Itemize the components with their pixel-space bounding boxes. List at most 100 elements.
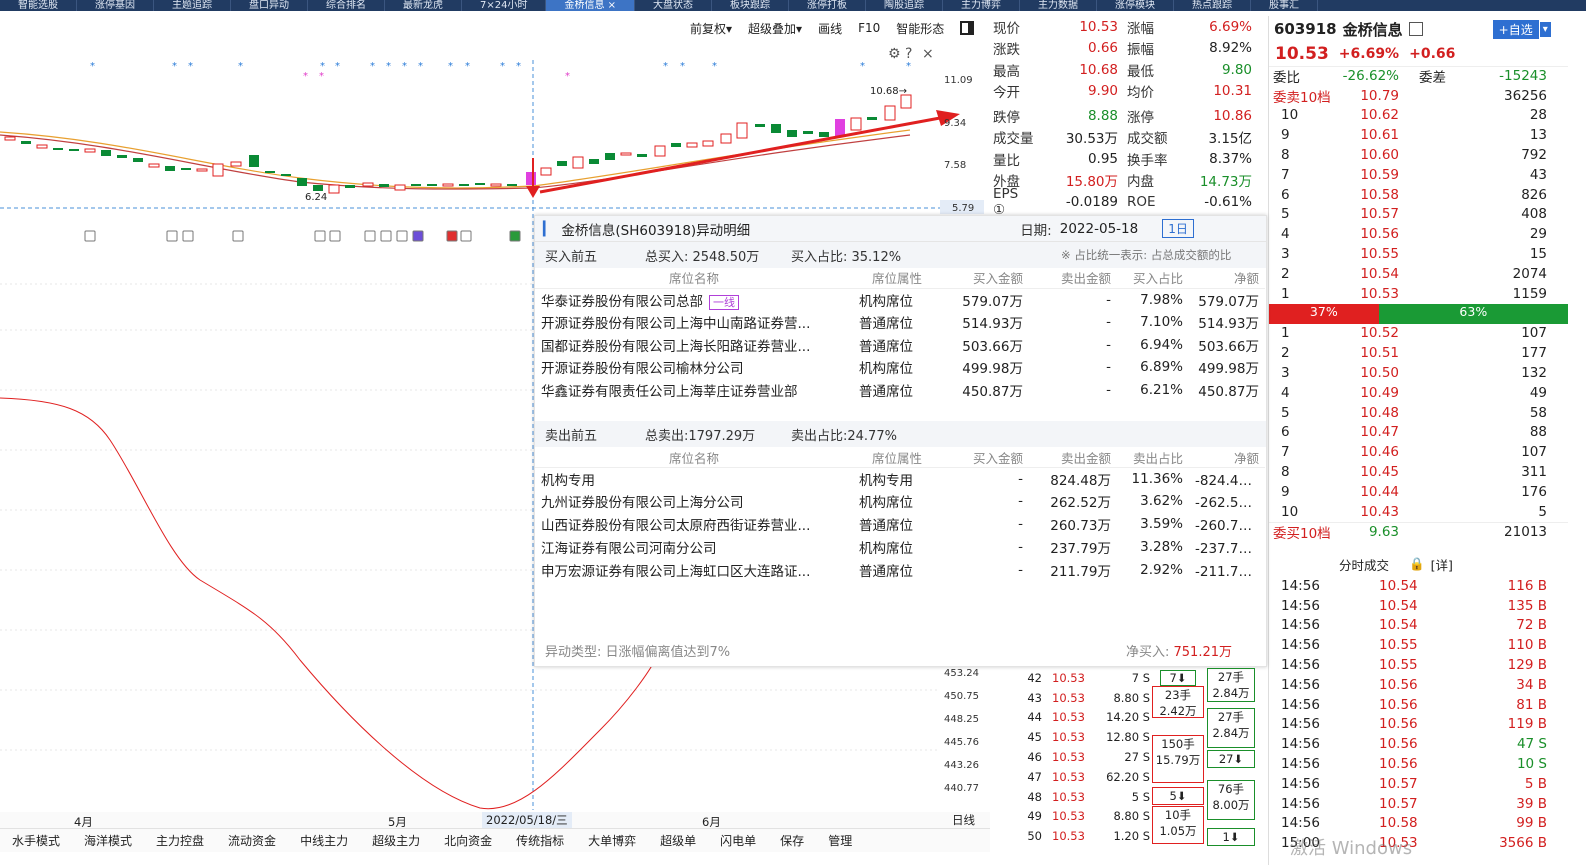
trade-price: 10.54 [1379, 617, 1418, 634]
ask-row[interactable]: 5 10.57 408 [1269, 205, 1568, 225]
help-icon[interactable]: ? [905, 46, 912, 62]
nav-tab[interactable]: 板块跟踪 [712, 0, 790, 11]
indicator-tab[interactable]: 主力控盘 [144, 832, 216, 849]
detail-link[interactable]: [详] [1431, 555, 1453, 574]
nav-tab[interactable]: 主力博弈 [943, 0, 1021, 11]
indicator-tab[interactable]: 管理 [816, 832, 864, 849]
bid-row[interactable]: 7 10.46 107 [1269, 442, 1568, 462]
seat-row[interactable]: 开源证券股份有限公司上海中山南路证券营... 普通席位 514.93万 - 7.10% 5… [535, 311, 1265, 334]
bid-row[interactable]: 5 10.48 58 [1269, 403, 1568, 423]
add-watchlist-button[interactable]: +自选 [1492, 19, 1539, 39]
seat-cell: 499.98万 [962, 361, 1023, 378]
event-icon[interactable] [232, 230, 244, 242]
bid-row[interactable]: 10 10.43 5 [1269, 502, 1568, 522]
fuquan-dropdown[interactable]: 前复权▾ [690, 20, 732, 37]
ask-row[interactable]: 2 10.54 2074 [1269, 264, 1568, 284]
trade-time: 14:56 [1281, 676, 1320, 693]
nav-tab[interactable]: 金桥信息 × [546, 0, 636, 11]
settings-icon[interactable]: ⚙ [888, 46, 901, 62]
trade-row: 14:56 10.54 116 B [1269, 576, 1568, 596]
nav-tab[interactable]: 涨停打板 [789, 0, 867, 11]
close-icon[interactable]: × [922, 46, 934, 62]
bid-row[interactable]: 6 10.47 88 [1269, 423, 1568, 443]
period-button[interactable]: 1日 [1162, 219, 1194, 238]
indicator-tab[interactable]: 水手模式 [0, 832, 72, 849]
box-qty: 27⬇ [1218, 752, 1244, 766]
tick-index: 45 [1027, 730, 1042, 745]
ask-row[interactable]: 4 10.56 29 [1269, 224, 1568, 244]
nav-tab[interactable]: 盘口异动 [231, 0, 308, 11]
lock-icon[interactable]: 🔒 [1409, 556, 1425, 572]
seat-row[interactable]: 九州证券股份有限公司上海分公司 机构席位 -262.52万 3.62% -262.52万 [535, 490, 1265, 513]
ask-row[interactable]: 6 10.58 826 [1269, 185, 1568, 205]
tick-index: 43 [1027, 690, 1042, 705]
nav-tab[interactable]: 热点跟踪 [1174, 0, 1252, 11]
event-icon[interactable] [380, 230, 392, 242]
seat-row[interactable]: 华泰证券股份有限公司总部 一线 机构席位 579.07万 - 7.98% 579.07万 [535, 288, 1265, 311]
ask-row[interactable]: 10 10.62 28 [1269, 106, 1568, 126]
seat-row[interactable]: 江海证券有限公司河南分公司 机构席位 -237.79万 3.28% -237.79万 [535, 536, 1265, 559]
ask-row[interactable]: 3 10.55 15 [1269, 244, 1568, 264]
ask-row[interactable]: 1 10.53 1159 [1269, 284, 1568, 304]
nav-tab[interactable]: 涨停模块 [1097, 0, 1175, 11]
bid-row[interactable]: 3 10.50 132 [1269, 363, 1568, 383]
quote-row: 今开 9.90 [990, 81, 1124, 103]
event-icon[interactable] [84, 230, 96, 242]
lock-icon[interactable] [1408, 22, 1423, 36]
indicator-tab[interactable]: 中线主力 [288, 832, 360, 849]
nav-tab[interactable]: 智能选股 [0, 0, 77, 11]
event-icon[interactable] [446, 230, 458, 242]
indicator-tab[interactable]: 大单博弈 [576, 832, 648, 849]
seat-row[interactable]: 申万宏源证券有限公司上海虹口区大连路证... 普通席位 -211.79万 2.92% -… [535, 558, 1265, 581]
ask-row[interactable]: 9 10.61 13 [1269, 125, 1568, 145]
indicator-tab[interactable]: 超级主力 [360, 832, 432, 849]
indicator-tab[interactable]: 闪电单 [708, 832, 768, 849]
overlay-dropdown[interactable]: 超级叠加▾ [748, 20, 802, 37]
f10-button[interactable]: F10 [858, 21, 880, 35]
bid-row[interactable]: 8 10.45 311 [1269, 462, 1568, 482]
bid-row[interactable]: 9 10.44 176 [1269, 482, 1568, 502]
quote-row: 涨幅 6.69% [1124, 16, 1258, 38]
seat-row[interactable]: 机构专用 机构专用 -824.48万 11.36% -824.48万 [535, 467, 1265, 490]
indicator-tab[interactable]: 流动资金 [216, 832, 288, 849]
seat-row[interactable]: 华鑫证券有限责任公司上海莘庄证券营业部 普通席位 450.87万 - 6.21% 450.… [535, 379, 1265, 402]
event-icon[interactable] [509, 230, 521, 242]
nav-tab[interactable]: 最新龙虎 [385, 0, 462, 11]
layout-toggle-icon[interactable] [960, 21, 975, 35]
event-icon[interactable] [182, 230, 194, 242]
candle [53, 148, 63, 150]
bid-row[interactable]: 1 10.52 107 [1269, 324, 1568, 344]
event-icon[interactable] [314, 230, 326, 242]
indicator-tab[interactable]: 保存 [768, 832, 816, 849]
event-icon[interactable] [396, 230, 408, 242]
event-icon[interactable] [460, 230, 472, 242]
ask-row[interactable]: 7 10.59 43 [1269, 165, 1568, 185]
draw-line-button[interactable]: 画线 [818, 20, 842, 37]
event-icon[interactable] [166, 230, 178, 242]
bid-row[interactable]: 2 10.51 177 [1269, 343, 1568, 363]
nav-tab[interactable]: 陶股追踪 [866, 0, 944, 11]
event-icon[interactable] [412, 230, 424, 242]
ask-row[interactable]: 8 10.60 792 [1269, 145, 1568, 165]
quote-row: 跌停 8.88 [990, 105, 1124, 127]
chevron-down-icon[interactable]: ▾ [1539, 21, 1551, 37]
nav-tab[interactable]: 主力数据 [1020, 0, 1098, 11]
bid-row[interactable]: 4 10.49 49 [1269, 383, 1568, 403]
nav-tab[interactable]: 大盘状态 [635, 0, 713, 11]
nav-tab[interactable]: 主题追踪 [154, 0, 231, 11]
nav-tab[interactable]: 7×24小时 [462, 0, 547, 11]
period-label[interactable]: 日线 [952, 812, 975, 828]
nav-tab[interactable]: 涨停基因 [77, 0, 154, 11]
indicator-tab[interactable]: 传统指标 [504, 832, 576, 849]
seat-row[interactable]: 山西证券股份有限公司太原府西街证券营业... 普通席位 -260.73万 3.59% -… [535, 513, 1265, 536]
indicator-tab[interactable]: 海洋模式 [72, 832, 144, 849]
seat-row[interactable]: 国都证券股份有限公司上海长阳路证券营业... 普通席位 503.66万 - 6.94% 5… [535, 333, 1265, 356]
seat-row[interactable]: 开源证券股份有限公司榆林分公司 机构席位 499.98万 - 6.89% 499.98万 [535, 356, 1265, 379]
nav-tab[interactable]: 股事汇 [1251, 0, 1319, 11]
event-icon[interactable] [329, 230, 341, 242]
nav-tab[interactable]: 综合排名 [308, 0, 385, 11]
indicator-tab[interactable]: 北向资金 [432, 832, 504, 849]
indicator-tab[interactable]: 超级单 [648, 832, 708, 849]
event-icon[interactable] [364, 230, 376, 242]
smart-pattern-button[interactable]: 智能形态 [896, 20, 944, 37]
